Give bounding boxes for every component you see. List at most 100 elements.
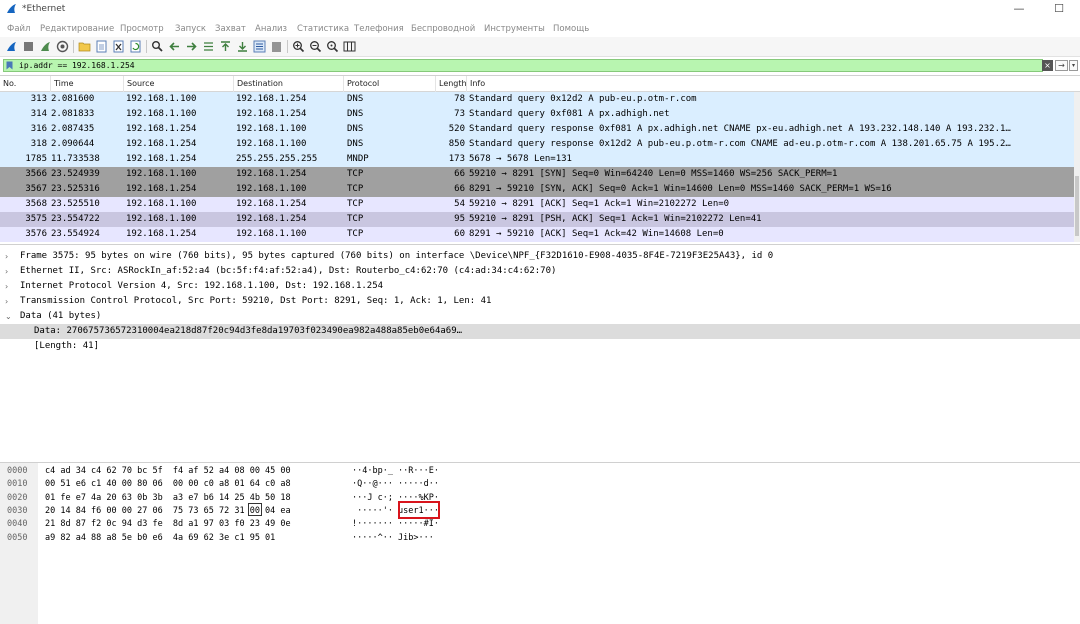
collapsed-caret-icon[interactable]: › <box>5 264 8 279</box>
byte-offset: 0020 <box>7 492 28 503</box>
resize-columns-icon[interactable] <box>343 40 356 53</box>
packet-list-scrollbar-thumb[interactable] <box>1075 176 1079 236</box>
save-file-icon[interactable] <box>95 40 108 53</box>
column-header-protocol[interactable]: Protocol <box>343 76 435 92</box>
capture-options-icon[interactable] <box>56 40 69 53</box>
close-file-icon[interactable] <box>112 40 125 53</box>
find-packet-icon[interactable] <box>151 40 164 53</box>
packet-cell-dst: 192.168.1.100 <box>236 124 307 134</box>
packet-cell-info: 59210 → 8291 [ACK] Seq=1 Ack=1 Win=21022… <box>469 199 730 209</box>
menu-edit[interactable]: Редактирование <box>40 24 114 34</box>
collapsed-caret-icon[interactable]: › <box>5 294 8 309</box>
apply-filter-button[interactable]: → <box>1055 60 1068 71</box>
display-filter-input[interactable]: ip.addr == 192.168.1.254 <box>3 59 1043 72</box>
expanded-caret-icon[interactable]: ⌄ <box>5 309 12 324</box>
byte-hex[interactable]: 21 8d 87 f2 0c 94 d3 fe 8d a1 97 03 f0 2… <box>45 518 291 531</box>
detail-tree-item[interactable]: Data: 270675736572310004ea218d87f20c94d3… <box>0 324 1080 339</box>
bookmark-icon[interactable] <box>5 61 14 70</box>
packet-bytes-pane: 0000 c4 ad 34 c4 62 70 bc 5f f4 af 52 a4 … <box>0 462 1080 624</box>
byte-offset: 0000 <box>7 466 28 476</box>
byte-hex[interactable]: a9 82 a4 88 a8 5e b0 e6 4a 69 62 3e c1 9… <box>45 532 275 545</box>
packet-row[interactable]: 313 2.081600 192.168.1.100 192.168.1.254 DNS… <box>0 92 1080 107</box>
zoom-normal-icon[interactable] <box>326 40 339 53</box>
detail-tree-text: Transmission Control Protocol, Src Port:… <box>20 296 492 306</box>
packet-list-pane: No. Time Source Destination Protocol Len… <box>0 75 1080 242</box>
detail-tree-item[interactable]: › Ethernet II, Src: ASRockIn_af:52:a4 (bc… <box>0 264 1080 279</box>
byte-ascii[interactable]: ··4·bp·_ ··R···E· <box>352 465 439 478</box>
open-file-icon[interactable] <box>78 40 91 53</box>
minimize-button[interactable]: — <box>1007 1 1031 17</box>
go-forward-icon[interactable] <box>185 40 198 53</box>
packet-list-scrollbar[interactable] <box>1074 92 1080 242</box>
packet-cell-no: 3576 <box>25 229 47 239</box>
packet-row[interactable]: 316 2.087435 192.168.1.254 192.168.1.100 DNS… <box>0 122 1080 137</box>
packet-row[interactable]: 318 2.090644 192.168.1.254 192.168.1.100 DNS… <box>0 137 1080 152</box>
colorize-icon[interactable] <box>270 40 283 53</box>
packet-row[interactable]: 3575 23.554722 192.168.1.100 192.168.1.254 T… <box>0 212 1080 227</box>
packet-row[interactable]: 3568 23.525510 192.168.1.100 192.168.1.254 T… <box>0 197 1080 212</box>
zoom-in-icon[interactable] <box>292 40 305 53</box>
packet-cell-no: 313 <box>30 94 47 104</box>
packet-cell-no: 3567 <box>25 184 47 194</box>
packet-cell-proto: TCP <box>347 169 364 179</box>
packet-cell-src: 192.168.1.100 <box>126 94 197 104</box>
byte-hex[interactable]: 00 51 e6 c1 40 00 80 06 00 00 c0 a8 01 6… <box>45 478 291 491</box>
menu-file[interactable]: Файл <box>7 24 30 34</box>
packet-cell-time: 2.081600 <box>51 94 95 104</box>
byte-ascii[interactable]: !······· ·····#I· <box>352 518 439 531</box>
byte-ascii[interactable]: ·Q··@··· ·····d·· <box>352 478 439 491</box>
packet-row[interactable]: 3576 23.554924 192.168.1.254 192.168.1.100 T… <box>0 227 1080 242</box>
collapsed-caret-icon[interactable]: › <box>5 279 8 294</box>
stop-capture-icon[interactable] <box>22 40 35 53</box>
menu-tools[interactable]: Инструменты <box>484 24 545 34</box>
filter-history-dropdown[interactable]: ▾ <box>1069 60 1078 71</box>
restart-capture-icon[interactable] <box>39 40 52 53</box>
detail-tree-item[interactable]: ⌄ Data (41 bytes) <box>0 309 1080 324</box>
byte-ascii[interactable]: ·····^·· Jib>··· <box>352 532 434 545</box>
menu-wireless[interactable]: Беспроводной <box>411 24 475 34</box>
packet-cell-dst: 192.168.1.254 <box>236 109 307 119</box>
column-header-destination[interactable]: Destination <box>233 76 343 92</box>
column-header-time[interactable]: Time <box>50 76 123 92</box>
detail-tree-item[interactable]: › Frame 3575: 95 bytes on wire (760 bits)… <box>0 249 1080 264</box>
detail-tree-item[interactable]: [Length: 41] <box>0 339 1080 354</box>
menu-capture[interactable]: Захват <box>215 24 246 34</box>
packet-cell-time: 2.087435 <box>51 124 95 134</box>
menu-statistics[interactable]: Статистика <box>297 24 349 34</box>
menu-view[interactable]: Просмотр <box>120 24 164 34</box>
go-to-packet-icon[interactable] <box>202 40 215 53</box>
column-header-source[interactable]: Source <box>123 76 233 92</box>
menu-telephony[interactable]: Телефония <box>354 24 404 34</box>
menu-go[interactable]: Запуск <box>175 24 206 34</box>
detail-tree-text: Frame 3575: 95 bytes on wire (760 bits),… <box>20 251 774 261</box>
menu-help[interactable]: Помощь <box>553 24 589 34</box>
packet-cell-dst: 192.168.1.100 <box>236 139 307 149</box>
packet-details-pane: › Frame 3575: 95 bytes on wire (760 bits)… <box>0 244 1080 461</box>
packet-row[interactable]: 3566 23.524939 192.168.1.100 192.168.1.254 T… <box>0 167 1080 182</box>
zoom-out-icon[interactable] <box>309 40 322 53</box>
reload-file-icon[interactable] <box>129 40 142 53</box>
column-header-length[interactable]: Length <box>435 76 466 92</box>
byte-offset: 0010 <box>7 479 28 490</box>
packet-cell-time: 23.524939 <box>51 169 100 179</box>
packet-row[interactable]: 3567 23.525316 192.168.1.254 192.168.1.100 T… <box>0 182 1080 197</box>
packet-row[interactable]: 1785 11.733538 192.168.1.254 255.255.255.25… <box>0 152 1080 167</box>
go-first-icon[interactable] <box>219 40 232 53</box>
clear-filter-button[interactable]: × <box>1042 60 1053 71</box>
go-back-icon[interactable] <box>168 40 181 53</box>
detail-tree-item[interactable]: › Transmission Control Protocol, Src Port… <box>0 294 1080 309</box>
column-header-info[interactable]: Info <box>466 76 1074 92</box>
detail-tree-item[interactable]: › Internet Protocol Version 4, Src: 192.1… <box>0 279 1080 294</box>
packet-cell-no: 314 <box>30 109 47 119</box>
maximize-button[interactable]: ☐ <box>1047 1 1071 17</box>
packet-cell-proto: DNS <box>347 94 364 104</box>
packet-row[interactable]: 314 2.081833 192.168.1.100 192.168.1.254 DNS… <box>0 107 1080 122</box>
autoscroll-icon[interactable] <box>253 40 266 53</box>
collapsed-caret-icon[interactable]: › <box>5 249 8 264</box>
packet-cell-src: 192.168.1.100 <box>126 169 197 179</box>
go-last-icon[interactable] <box>236 40 249 53</box>
menu-analyze[interactable]: Анализ <box>255 24 287 34</box>
start-capture-icon[interactable] <box>5 40 18 53</box>
column-header-no[interactable]: No. <box>0 76 50 92</box>
byte-hex[interactable]: c4 ad 34 c4 62 70 bc 5f f4 af 52 a4 08 0… <box>45 465 291 478</box>
